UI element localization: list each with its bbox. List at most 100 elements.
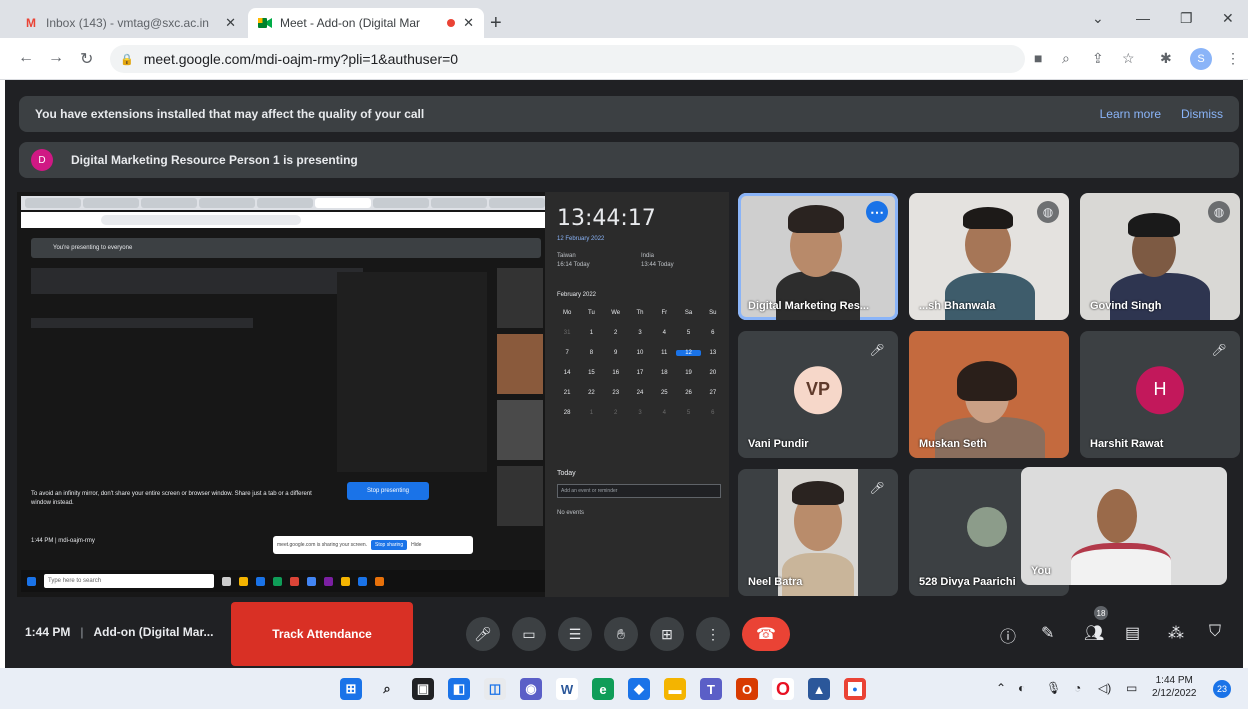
camera-button[interactable]: ▭ (512, 617, 546, 651)
learn-more-link[interactable]: Learn more (1100, 107, 1161, 121)
participant-tile[interactable]: VP 🎤︎ Vani Pundir (738, 331, 898, 458)
teams-chat-icon[interactable]: ◉ (520, 678, 542, 700)
back-icon[interactable]: ← (18, 49, 34, 67)
calendar-weekday: Su (709, 310, 717, 316)
tab-strip: M Inbox (143) - vmtag@sxc.ac.in ✕ Meet -… (0, 0, 1248, 38)
participant-tile[interactable]: 🎤︎ Neel Batra (738, 469, 898, 596)
calendar-day: 4 (662, 410, 666, 416)
close-window-icon[interactable]: ✕ (1222, 10, 1234, 27)
extensions-icon[interactable]: ✱ (1160, 50, 1172, 67)
track-attendance-button[interactable]: Track Attendance (231, 602, 413, 666)
calendar-day: 12 (676, 350, 701, 356)
raise-hand-button[interactable]: ✋︎ (604, 617, 638, 651)
restore-icon[interactable]: ❐ (1180, 10, 1193, 27)
calendar-day: 3 (638, 330, 642, 336)
more-options-icon[interactable]: ⋯ (866, 201, 888, 223)
mic-tray-icon[interactable]: 🎙︎ (1046, 681, 1061, 695)
chevron-up-icon[interactable]: ⌃ (996, 681, 1006, 695)
forward-icon[interactable]: → (48, 49, 64, 67)
chevron-down-icon[interactable]: ⌄ (1092, 10, 1104, 27)
zoom-icon[interactable]: ⌕ (1062, 50, 1070, 67)
close-tab-icon[interactable]: ✕ (225, 15, 236, 31)
reload-icon[interactable]: ↻ (80, 49, 93, 69)
calendar-weekday: We (611, 310, 621, 316)
calendar-day: 28 (563, 410, 571, 416)
office-icon[interactable]: O (736, 678, 758, 700)
meeting-details-icon[interactable]: ⓘ (1000, 623, 1016, 647)
search-icon[interactable]: ⌕ (376, 678, 398, 700)
os-clock[interactable]: 1:44 PM 2/12/2022 (1152, 674, 1197, 700)
more-options-button[interactable]: ⋮ (696, 617, 730, 651)
app-tray-icon[interactable]: ◐ (1018, 681, 1025, 695)
mic-button[interactable]: 🎤︎ (466, 617, 500, 651)
avatar[interactable]: S (1190, 48, 1212, 70)
dismiss-button[interactable]: Dismiss (1181, 107, 1223, 121)
self-view-tile[interactable]: You (1021, 467, 1227, 585)
host-controls-icon[interactable]: ⛉ (1209, 623, 1221, 641)
calendar-day: 16 (612, 370, 620, 376)
edge-icon[interactable]: e (592, 678, 614, 700)
calendar-day: 11 (661, 350, 668, 356)
mic-icon: 🎤︎ (474, 625, 492, 642)
calendar-day: 18 (660, 370, 668, 376)
participant-name: ...sh Bhanwala (919, 300, 996, 312)
chrome-icon[interactable]: ● (844, 678, 866, 700)
photos-icon[interactable]: ▲ (808, 678, 830, 700)
wifi-icon[interactable]: ◔ (1074, 681, 1081, 695)
participant-tile[interactable]: Muskan Seth (909, 331, 1069, 458)
share-icon[interactable]: ⇪ (1092, 50, 1104, 67)
url-field[interactable]: 🔒 meet.google.com/mdi-oajm-rmy?pli=1&aut… (110, 45, 1025, 73)
participant-tile[interactable]: H 🎤︎ Harshit Rawat (1080, 331, 1240, 458)
minimize-icon[interactable]: — (1136, 10, 1150, 26)
present-button[interactable]: ⊞ (650, 617, 684, 651)
captions-button[interactable]: ☰ (558, 617, 592, 651)
calendar-day: 7 (565, 350, 569, 356)
calendar-day: 31 (563, 330, 571, 336)
widgets-icon[interactable]: ◧ (448, 678, 470, 700)
store-icon[interactable]: ◆ (628, 678, 650, 700)
shared-clock-date: 12 February 2022 (557, 236, 605, 242)
battery-icon[interactable]: ▭ (1126, 681, 1137, 695)
tab-inbox[interactable]: M Inbox (143) - vmtag@sxc.ac.in ✕ (14, 8, 246, 38)
participant-tile[interactable]: ◍ Govind Singh (1080, 193, 1240, 320)
folder-icon[interactable]: ▬ (664, 678, 686, 700)
calendar-day: 20 (709, 370, 717, 376)
shared-calendar-grid: Mo Tu We Th Fr Sa Su 31 1 2 3 4 5 6 7 8 9 10 11 12 13 14 15 16 1… (555, 310, 725, 416)
chat-icon[interactable]: ▤ (1125, 623, 1140, 643)
notification-badge[interactable]: 23 (1213, 680, 1231, 698)
calendar-day: 26 (685, 390, 692, 396)
task-view-icon[interactable]: ▣ (412, 678, 434, 700)
teams-icon[interactable]: T (700, 678, 722, 700)
files-icon[interactable]: ◫ (484, 678, 506, 700)
word-icon[interactable]: W (556, 678, 578, 700)
participant-name: Vani Pundir (748, 438, 809, 450)
activities-icon[interactable]: ⁂ (1168, 623, 1184, 643)
meet-icon (258, 16, 272, 30)
participant-tile[interactable]: ⋯ Digital Marketing Res... (738, 193, 898, 320)
os-date: 2/12/2022 (1152, 688, 1197, 699)
menu-icon[interactable]: ⋮ (1226, 50, 1240, 67)
shared-screen[interactable]: You're presenting to everyone Stop prese… (17, 192, 729, 597)
opera-icon[interactable]: O (772, 678, 794, 700)
leave-call-button[interactable]: ☎︎ (742, 617, 790, 651)
star-icon[interactable]: ☆ (1122, 50, 1135, 67)
calendar-day: 15 (588, 370, 595, 376)
calendar-day: 21 (563, 390, 571, 396)
tab-meet[interactable]: Meet - Add-on (Digital Mar ✕ (248, 8, 484, 38)
new-tab-icon[interactable]: + (490, 12, 502, 35)
shared-clock-time: 13:44:17 (557, 206, 656, 231)
recording-dot-icon (447, 19, 456, 27)
meeting-time: 1:44 PM (25, 625, 71, 639)
calendar-day: 2 (614, 330, 618, 336)
shared-tab-strip (21, 196, 546, 210)
close-tab-icon[interactable]: ✕ (463, 15, 474, 31)
camera-icon[interactable]: ■ (1034, 50, 1042, 66)
mic-toggle-icon[interactable]: ✎ (1041, 623, 1054, 643)
participant-tile[interactable]: ◍ ...sh Bhanwala (909, 193, 1069, 320)
muted-mic-icon: ◍ (1037, 201, 1059, 223)
people-icon[interactable]: 👥︎ (1084, 623, 1104, 643)
windows-start-icon[interactable]: ⊞ (340, 678, 362, 700)
hand-icon: ✋︎ (617, 625, 625, 642)
volume-icon[interactable]: ◁) (1098, 681, 1111, 695)
control-bar: 1:44 PM | Add-on (Digital Mar... Track A… (5, 600, 1243, 668)
